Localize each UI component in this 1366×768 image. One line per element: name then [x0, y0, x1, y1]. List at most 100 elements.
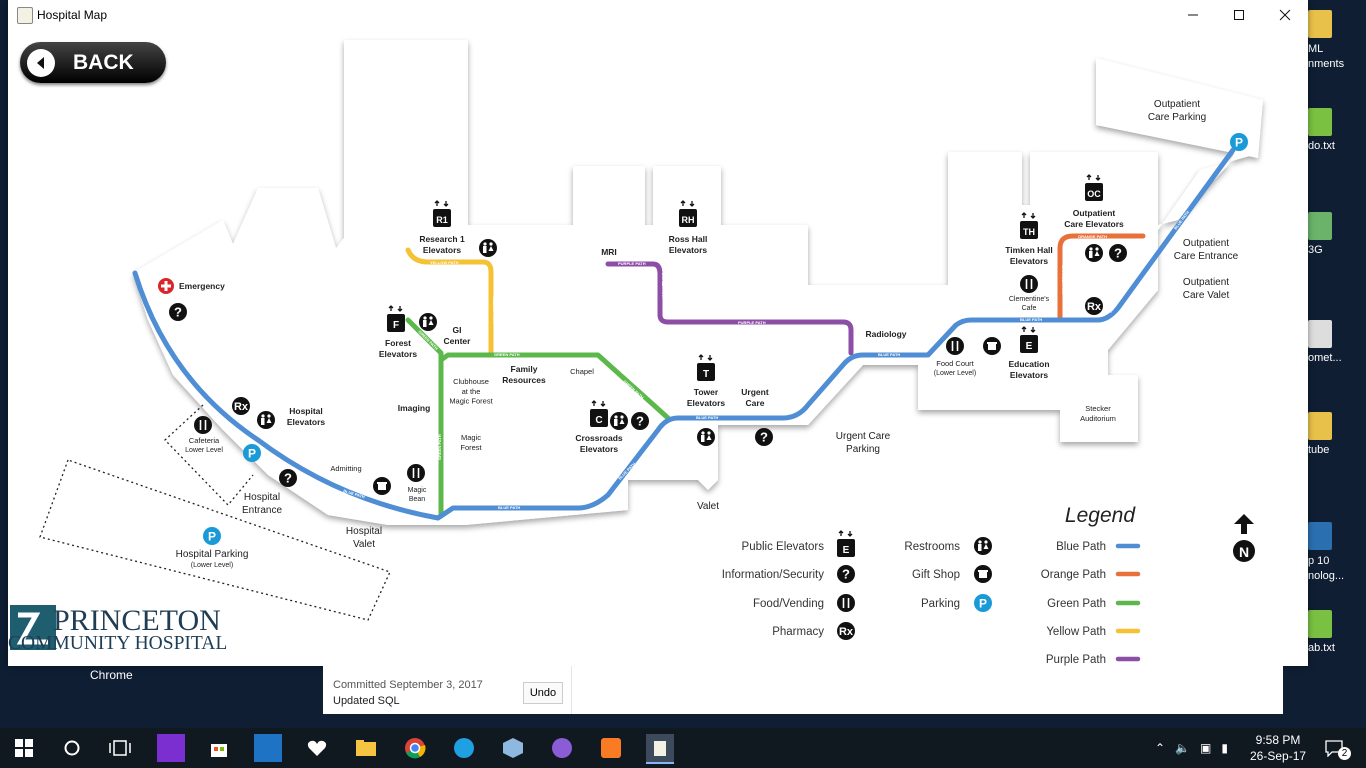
task-view-button[interactable]	[106, 734, 134, 762]
location-admitting: Admitting	[330, 464, 361, 473]
desktop-icon-tube[interactable]: tube	[1308, 412, 1366, 456]
iheart-icon[interactable]	[303, 734, 331, 762]
parking-icon[interactable]: P	[243, 444, 261, 462]
movie-maker-icon[interactable]	[254, 734, 282, 762]
hospital-map[interactable]: BLUE PATH BLUE PATH BLUE PATH BLUE PATH …	[8, 30, 1308, 666]
desktop-icon-3g[interactable]: 3G	[1308, 212, 1366, 256]
restroom-icon[interactable]	[257, 411, 275, 429]
info-icon[interactable]: ?	[1109, 244, 1127, 262]
legend-label-c2-2: Parking	[921, 598, 960, 610]
minimize-button[interactable]	[1170, 0, 1216, 30]
parking-icon[interactable]: P	[974, 594, 992, 612]
back-button[interactable]: BACK	[20, 42, 166, 83]
info-icon[interactable]: ?	[631, 412, 649, 430]
svg-text:P: P	[1235, 136, 1243, 150]
desktop-icon-ml[interactable]: ML nments	[1308, 10, 1366, 72]
elevator-icon[interactable]: E	[837, 530, 855, 557]
svg-text:E: E	[1026, 341, 1033, 352]
maximize-button[interactable]	[1216, 0, 1262, 30]
food-icon[interactable]	[946, 337, 964, 355]
pharmacy-icon[interactable]: Rx	[1085, 297, 1103, 315]
desktop-icon-p10[interactable]: p 10 nolog...	[1308, 522, 1366, 584]
gift-shop-icon[interactable]	[373, 477, 391, 495]
food-icon[interactable]	[407, 464, 425, 482]
undo-button[interactable]: Undo	[523, 682, 563, 704]
search-button[interactable]	[58, 734, 86, 762]
location-radiology: Radiology	[865, 329, 906, 339]
desktop-icon-label: p 10 nolog...	[1308, 555, 1345, 582]
gift-shop-icon[interactable]	[983, 337, 1001, 355]
parking-icon[interactable]: P	[203, 527, 221, 545]
compass-letter: N	[1239, 544, 1249, 560]
desktop-icon-label: 3G	[1308, 244, 1323, 256]
commit-text: Committed September 3, 2017	[333, 679, 483, 691]
location-research_elevators: Research 1 Elevators	[419, 234, 465, 255]
restroom-icon[interactable]	[974, 537, 992, 555]
restroom-icon[interactable]	[479, 239, 497, 257]
notifications-button[interactable]: 2	[1324, 728, 1351, 768]
xampp-icon[interactable]	[597, 734, 625, 762]
file-explorer-icon[interactable]	[352, 734, 380, 762]
location-mri: MRI	[601, 247, 617, 257]
food-icon[interactable]	[194, 416, 212, 434]
intellij-icon[interactable]	[157, 734, 185, 762]
location-hospital_parking: Hospital Parking	[176, 549, 249, 560]
desktop-icon-label: ML nments	[1308, 43, 1345, 70]
food-icon[interactable]	[1020, 275, 1038, 293]
restroom-icon[interactable]	[419, 313, 437, 331]
location-education_elevators: Education Elevators	[1008, 359, 1049, 380]
virtualbox-icon[interactable]	[499, 734, 527, 762]
close-icon	[1279, 9, 1291, 21]
info-icon[interactable]: ?	[755, 428, 773, 446]
desktop-icon-omet[interactable]: omet...	[1308, 320, 1366, 364]
svg-text:P: P	[979, 597, 987, 611]
restroom-icon[interactable]	[610, 412, 628, 430]
pharmacy-icon[interactable]: Rx	[232, 397, 250, 415]
food-icon[interactable]	[837, 594, 855, 612]
location-magic_forest: Magic Forest	[460, 433, 482, 452]
legend-label-c1-1: Information/Security	[722, 569, 825, 581]
restroom-icon[interactable]	[697, 428, 715, 446]
info-icon[interactable]: ?	[837, 565, 855, 583]
wifi-app-icon[interactable]	[450, 734, 478, 762]
parking-icon[interactable]: P	[1230, 133, 1248, 151]
location-hospital_valet: Hospital Valet	[346, 526, 382, 550]
chevron-up-icon[interactable]: ⌃	[1155, 741, 1165, 755]
info-icon[interactable]: ?	[279, 469, 297, 487]
start-button[interactable]	[10, 734, 38, 762]
clock[interactable]: 9:58 PM 26-Sep-17	[1250, 728, 1306, 768]
battery-icon[interactable]: ▮	[1221, 741, 1228, 755]
pharmacy-icon[interactable]: Rx	[837, 622, 855, 640]
volume-icon[interactable]: 🔈	[1175, 741, 1190, 755]
emergency-icon[interactable]	[158, 278, 174, 294]
svg-text:C: C	[595, 415, 602, 426]
github-desktop-icon[interactable]	[548, 734, 576, 762]
desktop-icon-label: do.txt	[1308, 140, 1335, 152]
location-food_court: Food Court	[936, 359, 974, 368]
svg-text:OC: OC	[1087, 189, 1101, 199]
path-label: BLUE PATH	[878, 352, 900, 357]
divider	[571, 666, 572, 714]
desktop-icon-label: omet...	[1308, 352, 1342, 364]
clock-time: 9:58 PM	[1255, 733, 1301, 747]
desktop-icon-do[interactable]: do.txt	[1308, 108, 1366, 152]
restroom-icon[interactable]	[1085, 244, 1103, 262]
network-icon[interactable]: ▣	[1200, 741, 1211, 755]
close-button[interactable]	[1262, 0, 1308, 30]
task-view-icon	[109, 740, 131, 756]
desktop-icon-chrome[interactable]: Chrome	[90, 668, 150, 682]
location-outpatient_entrance: Outpatient Care Entrance	[1174, 238, 1239, 262]
java-taskbar-icon[interactable]	[646, 734, 674, 764]
store-icon[interactable]	[205, 734, 233, 762]
location-hospital_parking_sub: (Lower Level)	[191, 562, 233, 569]
path-label: GREEN PATH	[494, 352, 520, 357]
svg-text:P: P	[208, 530, 216, 544]
info-icon[interactable]: ?	[169, 303, 187, 321]
chrome-icon[interactable]	[401, 734, 429, 762]
location-imaging: Imaging	[398, 403, 431, 413]
path-label: YELLOW PATH	[430, 260, 459, 265]
maximize-icon	[1234, 10, 1244, 20]
desktop-icon-ab[interactable]: ab.txt	[1308, 610, 1366, 654]
location-urgent_care_parking: Urgent Care Parking	[836, 431, 891, 455]
gift-shop-icon[interactable]	[974, 565, 992, 583]
